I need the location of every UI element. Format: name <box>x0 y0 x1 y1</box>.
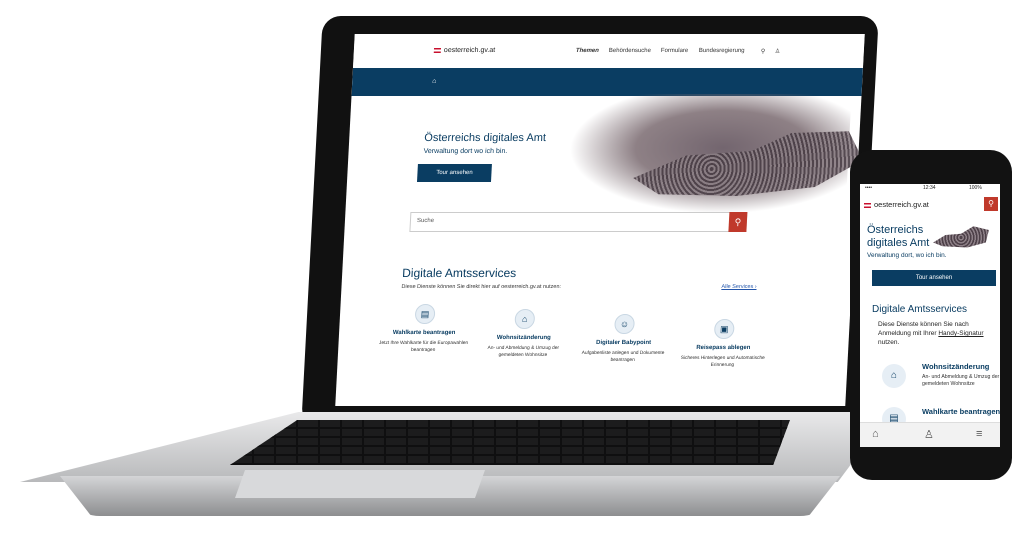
nav-themen[interactable]: Themen <box>576 48 599 54</box>
nav-bundesregierung[interactable]: Bundesregierung <box>699 48 745 54</box>
laptop-keyboard <box>230 420 790 465</box>
service-title: Reisepass ablegen <box>696 345 751 351</box>
ballot-icon: ▤ <box>414 304 436 324</box>
phone-service-title: Wohnsitzänderung <box>922 362 990 371</box>
tour-button[interactable]: Tour ansehen <box>416 164 492 182</box>
service-title: Wahlkarte beantragen <box>392 330 456 336</box>
phone-services-desc: Diese Dienste können Sie nach Anmeldung … <box>878 320 996 347</box>
desc-suffix: nutzen. <box>878 339 900 346</box>
passport-icon: ▣ <box>713 319 735 339</box>
service-card[interactable]: ☺ Digitaler Babypoint Aufgabenliste anle… <box>577 314 670 364</box>
service-desc: Jetzt Ihre Wahlkarte für die Europawahle… <box>378 341 469 353</box>
site-header: oesterreich.gv.at Themen Behördensuche F… <box>352 34 865 68</box>
service-desc: Aufgabenliste anlegen und Dokumente bean… <box>581 351 665 363</box>
phone-service-title: Wahlkarte beantragen <box>922 407 1001 416</box>
phone-hero-subtitle: Verwaltung dort, wo ich bin. <box>867 252 947 259</box>
search-field[interactable]: Suche ⚲ <box>409 212 748 232</box>
laptop-trackpad <box>235 470 485 498</box>
austria-flag-icon <box>864 202 871 208</box>
laptop-screen: oesterreich.gv.at Themen Behördensuche F… <box>335 34 865 406</box>
breadcrumb-bar: ⌂ <box>351 68 863 96</box>
phone-search-icon[interactable]: ⚲ <box>984 197 998 211</box>
service-card[interactable]: ▤ Wahlkarte beantragen Jetzt Ihre Wahlka… <box>378 304 471 354</box>
house-icon: ⌂ <box>514 309 536 329</box>
home-icon[interactable]: ⌂ <box>432 78 437 85</box>
carrier-signal: •••• <box>865 185 873 191</box>
service-desc: An- und Abmeldung & Umzug der gemeldeten… <box>487 346 560 358</box>
status-time: 12:34 <box>923 185 936 191</box>
user-icon[interactable]: ♙ <box>775 48 781 55</box>
phone-services-title: Digitale Amtsservices <box>872 304 968 315</box>
phone-tab-bar: ⌂ ♙ ≡ <box>860 422 1000 447</box>
phone-logo-text: oesterreich.gv.at <box>874 200 929 209</box>
phone-logo[interactable]: oesterreich.gv.at <box>864 200 929 209</box>
baby-icon: ☺ <box>614 314 636 334</box>
austria-flag-icon <box>433 47 442 53</box>
logo-text: oesterreich.gv.at <box>443 47 496 54</box>
phone-tour-button[interactable]: Tour ansehen <box>872 270 996 286</box>
search-input[interactable]: Suche <box>417 218 434 224</box>
search-icon[interactable]: ⚲ <box>761 48 766 55</box>
phone-status-bar: •••• 12:34 100% <box>865 185 995 191</box>
home-icon[interactable]: ⌂ <box>872 428 879 440</box>
service-card[interactable]: ▣ Reisepass ablegen Sicheres Hinterlegen… <box>677 319 770 369</box>
battery-status: 100% <box>969 185 982 191</box>
all-services-link[interactable]: Alle Services › <box>721 284 756 290</box>
nav-formulare[interactable]: Formulare <box>661 48 689 54</box>
house-icon: ⌂ <box>882 364 906 388</box>
services-title: Digitale Amtsservices <box>401 266 517 280</box>
service-title: Wohnsitzänderung <box>496 335 551 341</box>
menu-icon[interactable]: ≡ <box>976 428 982 440</box>
search-button-icon[interactable]: ⚲ <box>728 212 748 232</box>
hero-title: Österreichs digitales Amt <box>423 132 547 144</box>
hero-subtitle: Verwaltung dort wo ich bin. <box>423 148 508 155</box>
user-icon[interactable]: ♙ <box>924 428 934 441</box>
handy-signatur-link[interactable]: Handy-Signatur <box>938 330 983 337</box>
service-card[interactable]: ⌂ Wohnsitzänderung An- und Abmeldung & U… <box>478 309 571 359</box>
nav-behoerdensuche[interactable]: Behördensuche <box>609 48 651 54</box>
site-logo[interactable]: oesterreich.gv.at <box>433 47 496 54</box>
phone-service-card[interactable]: ▤ Wahlkarte beantragen <box>882 407 1001 431</box>
service-title: Digitaler Babypoint <box>595 340 652 346</box>
phone-service-card[interactable]: ⌂ Wohnsitzänderung An- und Abmeldung & U… <box>882 362 999 402</box>
service-desc: Sicheres Hinterlegen und Automatische Er… <box>680 356 765 368</box>
phone-service-desc: An- und Abmeldung & Umzug der gemeldeten… <box>922 374 1000 387</box>
phone-hero-title: Österreichs digitales Amt <box>867 224 930 249</box>
services-subtitle: Diese Dienste können Sie direkt hier auf… <box>401 284 562 290</box>
